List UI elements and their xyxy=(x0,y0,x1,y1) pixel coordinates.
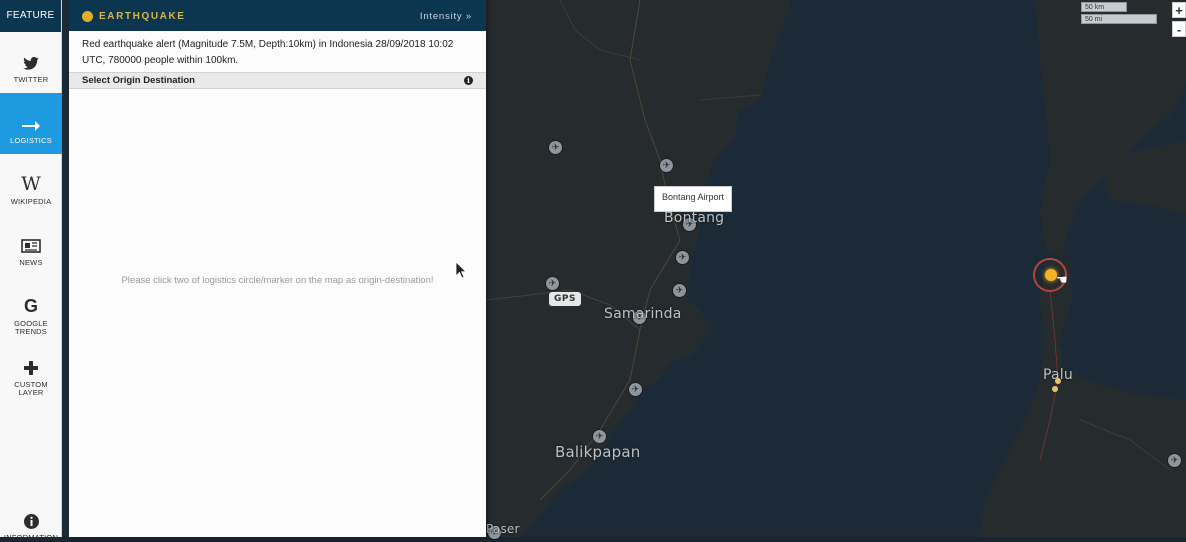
scale-bar-km: 50 km xyxy=(1081,2,1127,12)
earthquake-icon xyxy=(82,11,93,22)
palu-marker[interactable] xyxy=(1052,386,1058,392)
zoom-out-button[interactable]: - xyxy=(1172,21,1186,37)
info-icon[interactable]: i xyxy=(464,76,473,85)
plus-icon xyxy=(0,337,62,375)
sidebar-item-news[interactable]: NEWS xyxy=(0,215,62,276)
arrow-right-icon xyxy=(0,93,62,131)
google-icon: G xyxy=(23,296,38,316)
sidebar-item-twitter[interactable]: TWITTER xyxy=(0,32,62,93)
sidebar-header: FEATURE xyxy=(0,0,61,32)
airport-marker[interactable]: ✈ xyxy=(629,383,642,396)
airport-marker[interactable]: ✈ xyxy=(673,284,686,297)
wikipedia-icon: W xyxy=(21,173,41,195)
sidebar-item-custom-layer[interactable]: CUSTOM LAYER xyxy=(0,337,62,398)
scale-bar-mi: 50 mi xyxy=(1081,14,1157,24)
city-label-paser: Paser xyxy=(486,522,520,536)
alert-description: Red earthquake alert (Magnitude 7.5M, De… xyxy=(82,39,454,66)
sidebar-item-label: GOOGLE TRENDS xyxy=(14,319,48,336)
twitter-icon xyxy=(0,32,62,70)
airport-marker[interactable]: ✈ xyxy=(1168,454,1181,467)
origin-destination-hint: Please click two of logistics circle/mar… xyxy=(121,275,434,286)
feature-sidebar: FEATURE TWITTER LOGISTICS W WIKIPEDIA NE… xyxy=(0,0,62,542)
airport-marker[interactable]: ✈ xyxy=(546,277,559,290)
sidebar-item-logistics[interactable]: LOGISTICS xyxy=(0,93,62,154)
city-label-samarinda: Samarinda xyxy=(604,306,682,322)
intensity-toggle[interactable]: Intensity » xyxy=(420,11,472,22)
section-title: Select Origin Destination xyxy=(82,75,195,86)
sidebar-item-label: INFORMATION xyxy=(3,533,59,542)
sidebar-item-label: NEWS xyxy=(19,258,43,267)
panel-header: EARTHQUAKE Intensity » xyxy=(69,0,486,31)
sidebar-item-information[interactable]: INFORMATION xyxy=(0,491,62,542)
info-icon xyxy=(0,491,62,529)
sidebar-item-google-trends[interactable]: G GOOGLE TRENDS xyxy=(0,276,62,337)
city-label-balikpapan: Balikpapan xyxy=(555,443,641,461)
sidebar-item-label: LOGISTICS xyxy=(10,136,52,145)
zoom-in-button[interactable]: + xyxy=(1172,2,1186,18)
panel-title: EARTHQUAKE xyxy=(99,11,186,22)
earthquake-panel: EARTHQUAKE Intensity » Red earthquake al… xyxy=(69,0,486,537)
gps-badge[interactable]: GPS xyxy=(549,292,581,306)
airport-marker[interactable]: ✈ xyxy=(676,251,689,264)
airport-marker[interactable]: ✈ xyxy=(660,159,673,172)
airport-marker[interactable]: ✈ xyxy=(549,141,562,154)
mouse-pointer-icon xyxy=(456,262,467,279)
sidebar-item-label: TWITTER xyxy=(13,75,49,84)
sidebar-item-label: WIKIPEDIA xyxy=(10,197,52,206)
sidebar-item-wikipedia[interactable]: W WIKIPEDIA xyxy=(0,154,62,215)
palu-marker[interactable] xyxy=(1055,378,1061,384)
section-bar: Select Origin Destination i xyxy=(69,72,486,89)
newspaper-icon xyxy=(0,215,62,253)
sidebar-item-label: CUSTOM LAYER xyxy=(14,380,48,397)
city-label-bontang: Bontang xyxy=(664,210,725,226)
airport-tooltip: Bontang Airport xyxy=(654,186,733,212)
airport-marker[interactable]: ✈ xyxy=(593,430,606,443)
hand-cursor-icon: ☚ xyxy=(1056,272,1068,287)
